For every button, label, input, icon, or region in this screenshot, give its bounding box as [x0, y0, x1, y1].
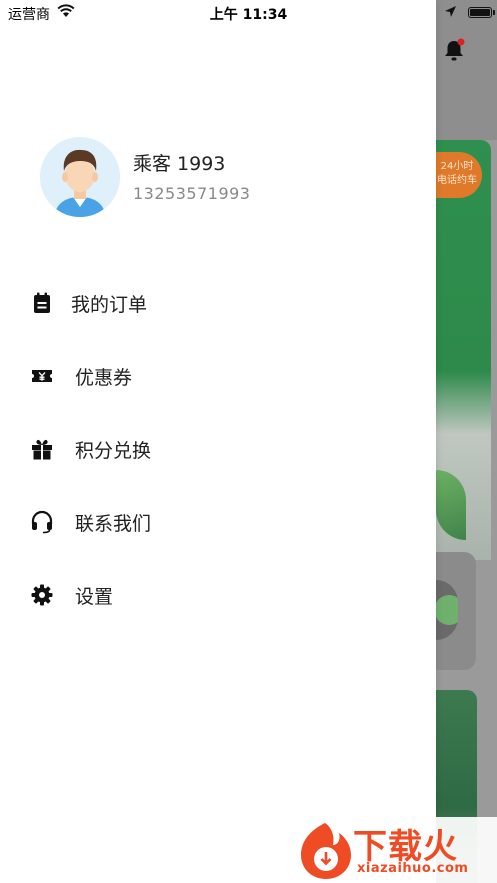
notification-bell-icon[interactable] — [443, 38, 465, 64]
menu-item-coupons[interactable]: 优惠券 — [0, 348, 436, 404]
status-clock: 上午 11:34 — [209, 7, 288, 23]
hotline-badge[interactable]: 24小时 电话约车 — [432, 152, 482, 198]
location-arrow-icon — [445, 6, 456, 17]
coupon-icon — [32, 370, 52, 382]
menu-item-points-exchange[interactable]: 积分兑换 — [0, 421, 436, 477]
menu-item-label: 积分兑换 — [75, 440, 152, 462]
menu-item-label: 联系我们 — [75, 513, 152, 535]
hotline-badge-line1: 24小时 — [440, 161, 474, 172]
side-drawer: 乘客 1993 13253571993 我的订单 优惠券 积分兑换 联系我们 设… — [0, 0, 436, 883]
menu-item-contact-us[interactable]: 联系我们 — [0, 494, 436, 550]
battery-icon — [468, 7, 492, 18]
menu-item-label: 设置 — [75, 586, 114, 608]
watermark: 下载火 xiazaihuo.com — [295, 817, 497, 883]
hotline-badge-line2: 电话约车 — [437, 175, 477, 186]
status-bar: 运营商 上午 11:34 — [0, 0, 497, 26]
avatar[interactable] — [40, 137, 120, 217]
watermark-domain: xiazaihuo.com — [357, 861, 469, 876]
gift-icon — [32, 439, 52, 460]
menu-item-label: 我的订单 — [71, 294, 148, 316]
battery-cap — [493, 10, 495, 15]
user-name: 乘客 1993 — [133, 153, 226, 175]
watermark-flame-logo — [301, 823, 351, 879]
menu-item-label: 优惠券 — [75, 367, 133, 389]
user-phone: 13253571993 — [133, 184, 251, 203]
user-avatar-icon — [40, 137, 120, 217]
gear-icon — [31, 584, 53, 606]
menu-item-orders[interactable]: 我的订单 — [0, 275, 436, 331]
order-list-icon — [34, 292, 50, 313]
menu-item-settings[interactable]: 设置 — [0, 567, 436, 623]
headset-icon — [31, 510, 53, 534]
